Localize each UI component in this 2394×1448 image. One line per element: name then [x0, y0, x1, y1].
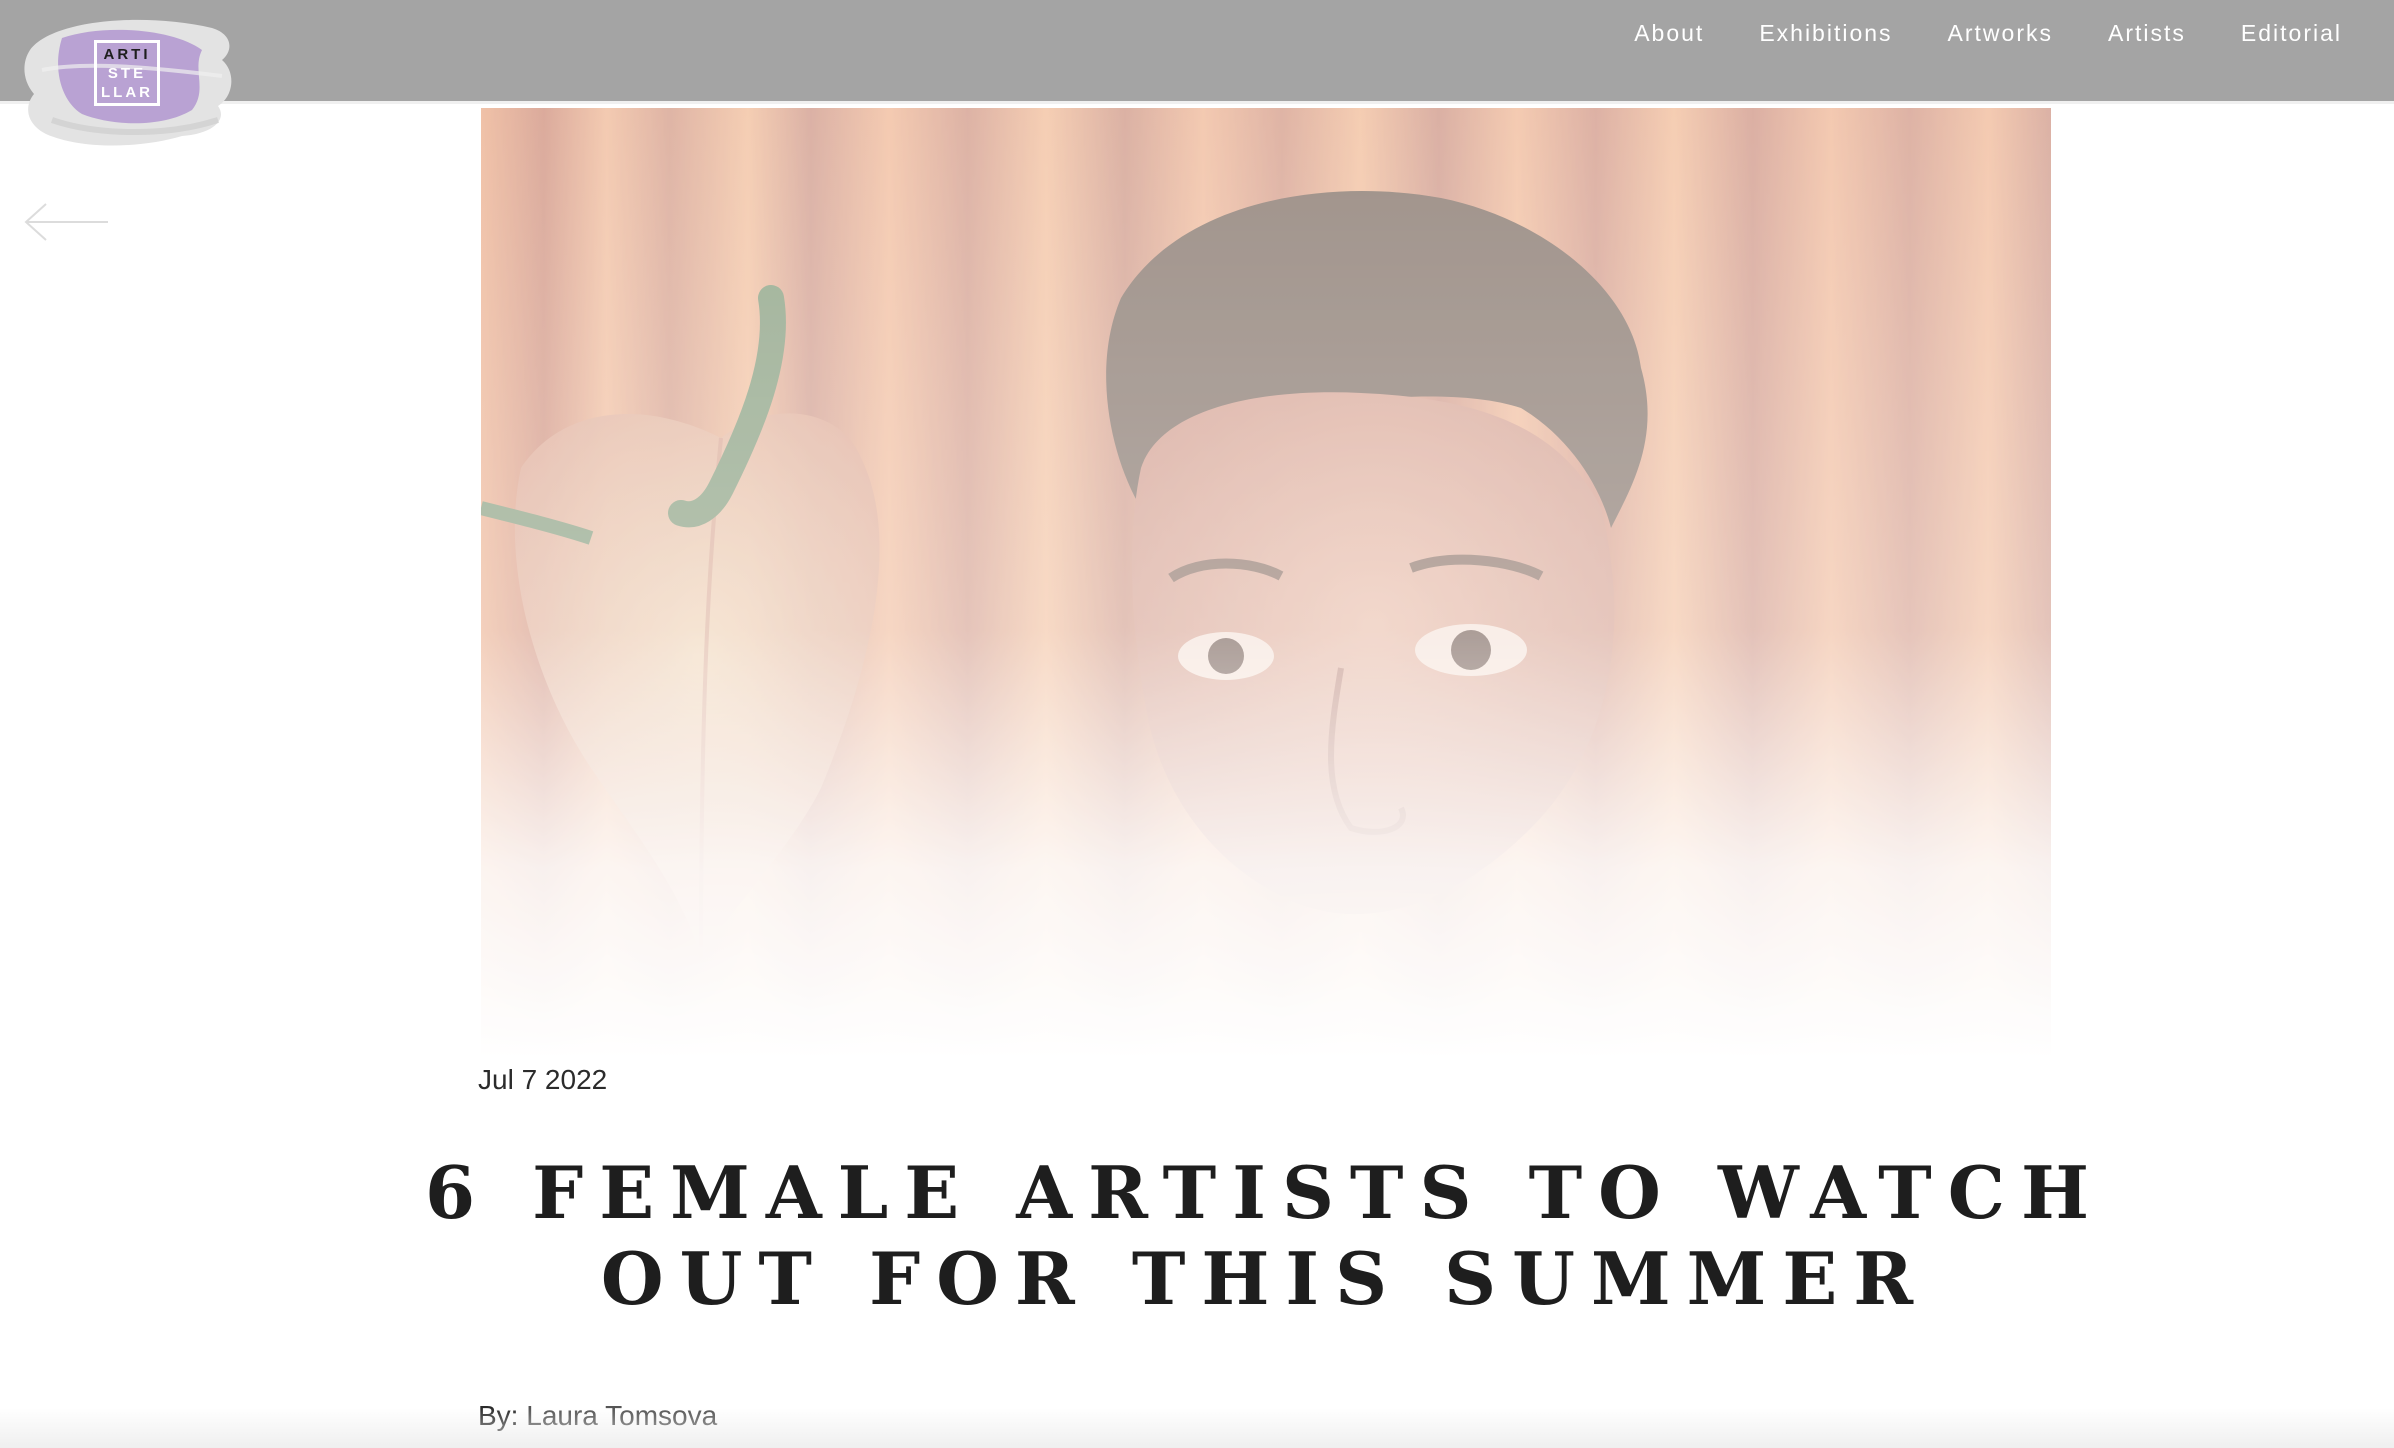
arrow-left-icon: [24, 203, 108, 241]
article-title: 6 FEMALE ARTISTS TO WATCH OUT FOR THIS S…: [424, 1150, 2106, 1321]
nav-artworks[interactable]: Artworks: [1948, 20, 2053, 47]
article-date: Jul 7 2022: [478, 1064, 608, 1095]
logo-text-line3: LLAR: [101, 83, 153, 101]
logo-text-line1: ARTI: [103, 45, 151, 63]
site-header: About Exhibitions Artworks Artists Edito…: [0, 0, 2394, 104]
main-nav: About Exhibitions Artworks Artists Edito…: [1634, 20, 2342, 47]
site-logo[interactable]: ARTI STE LLAR: [22, 10, 237, 160]
article-byline: By: Laura Tomsova: [478, 1400, 717, 1432]
byline-prefix: By:: [478, 1400, 519, 1431]
hero-image: [481, 108, 2051, 1058]
nav-editorial[interactable]: Editorial: [2241, 20, 2342, 47]
bottom-fade: [0, 1408, 2394, 1448]
logo-text-line2: STE: [107, 64, 147, 82]
nav-about[interactable]: About: [1634, 20, 1704, 47]
article-page: About Exhibitions Artworks Artists Edito…: [0, 0, 2394, 1448]
nav-artists[interactable]: Artists: [2108, 20, 2186, 47]
nav-exhibitions[interactable]: Exhibitions: [1759, 20, 1892, 47]
painting-image: [481, 108, 2051, 1058]
logo-mark: ARTI STE LLAR: [94, 40, 160, 106]
back-button[interactable]: [22, 198, 112, 246]
author-link[interactable]: Laura Tomsova: [526, 1400, 717, 1431]
